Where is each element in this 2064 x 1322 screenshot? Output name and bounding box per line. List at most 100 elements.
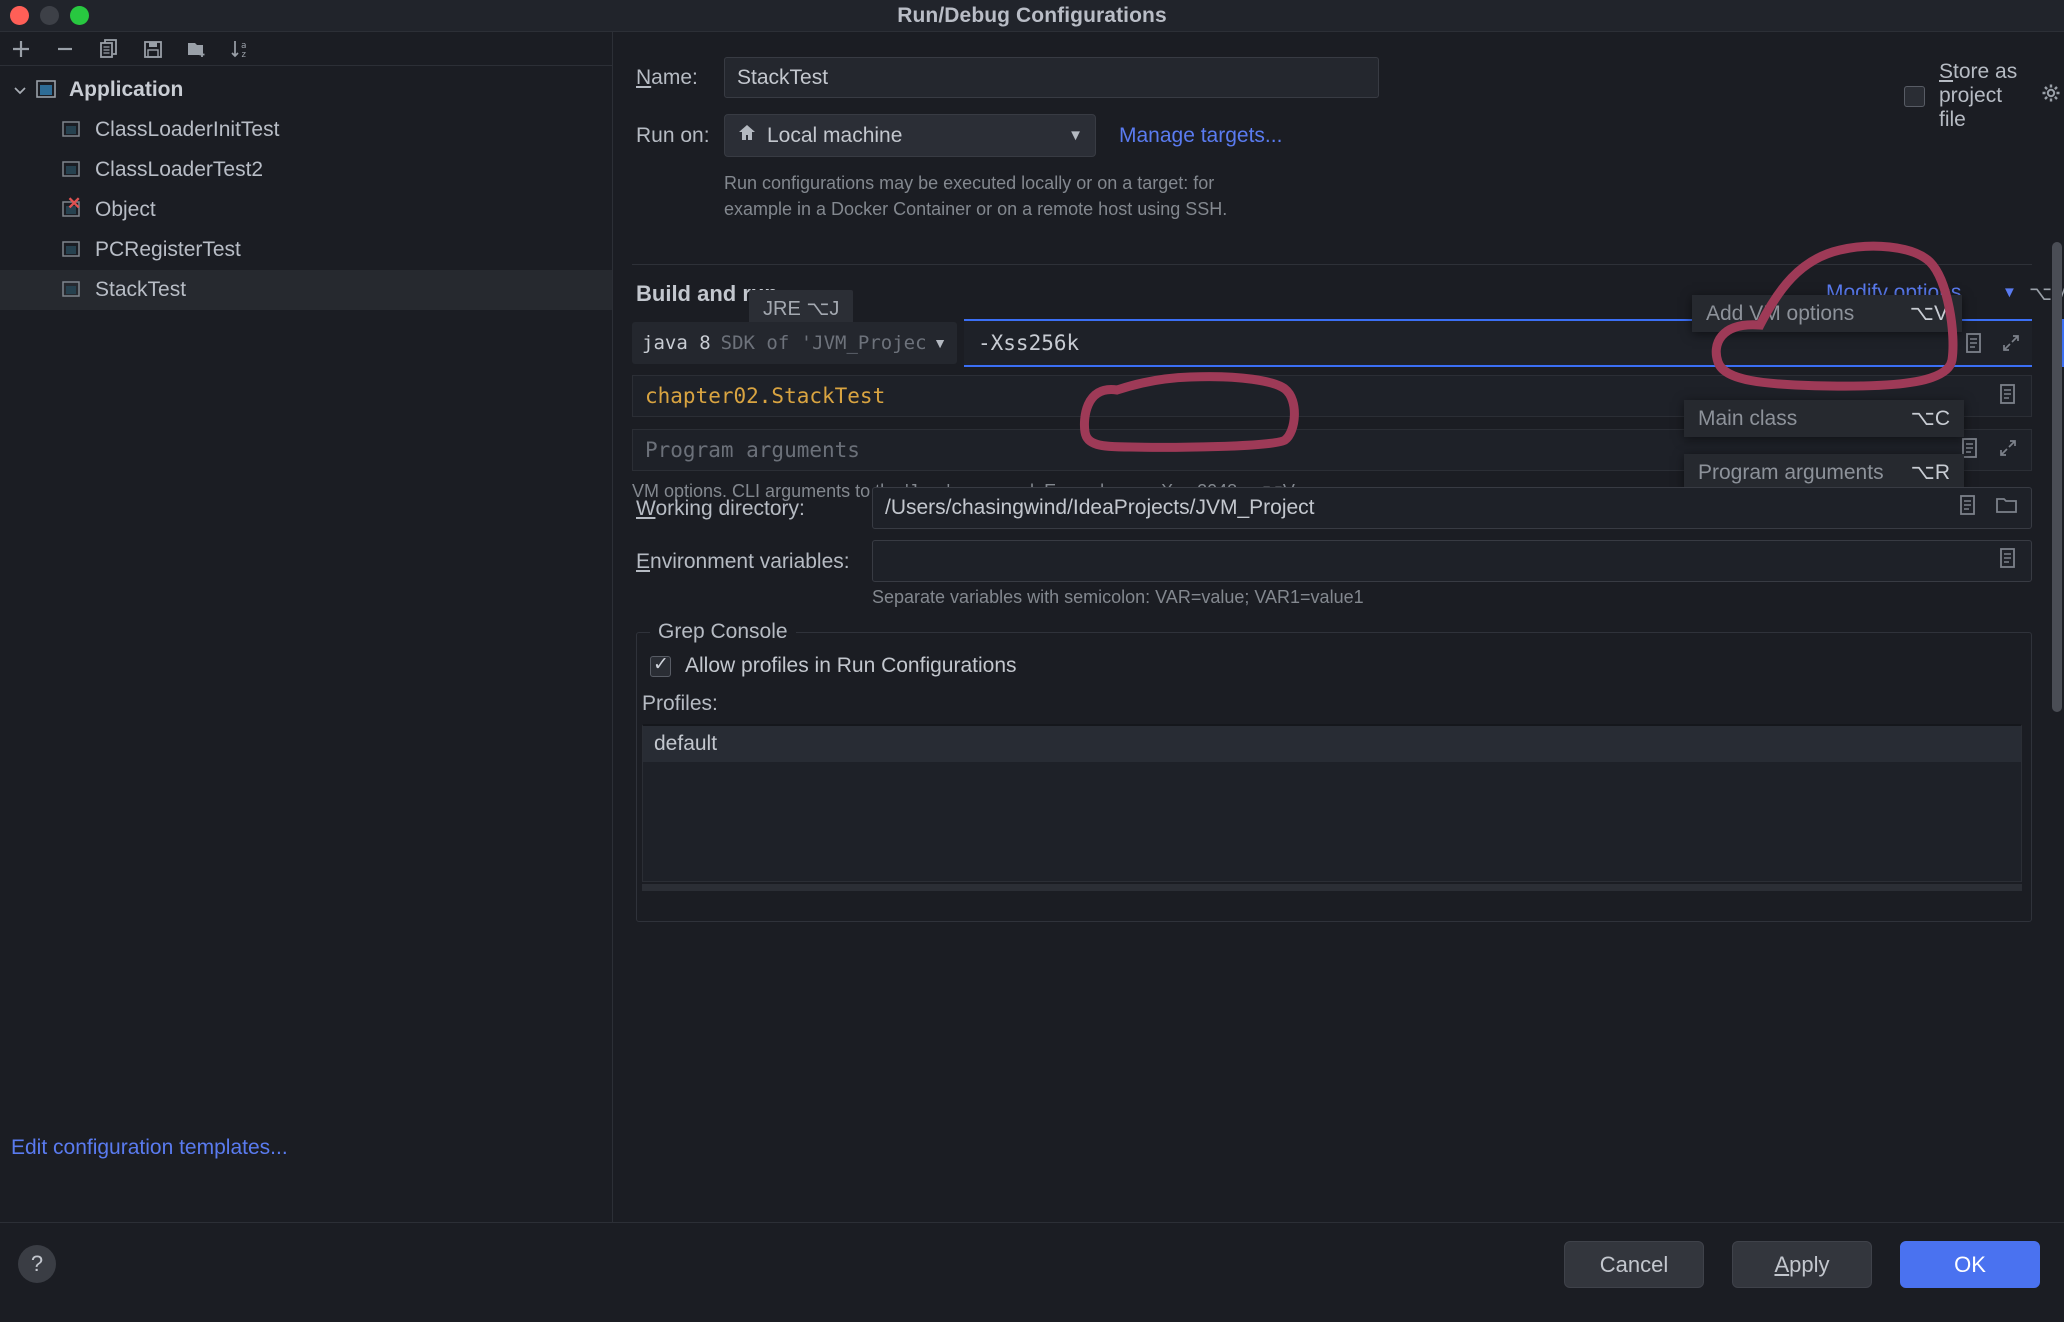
remove-icon[interactable] [48,34,82,64]
cancel-button[interactable]: Cancel [1564,1241,1704,1288]
program-arguments-actions [1959,436,2019,465]
configuration-form: Name: StackTest Store as project file Ru… [614,32,2064,1222]
window-titlebar: Run/Debug Configurations [0,0,2064,32]
name-input[interactable]: StackTest [724,57,1379,98]
sidebar-item-classloadertest2[interactable]: ClassLoaderTest2 [0,150,612,190]
run-debug-configurations-dialog: Run/Debug Configurations a z Application… [0,0,2064,1322]
home-icon [737,123,757,149]
browse-main-class-icon[interactable] [1997,382,2019,411]
edit-configuration-templates-link[interactable]: Edit configuration templates... [11,1136,288,1160]
menu-item-add-vm-options[interactable]: Add VM options ⌥V [1692,295,1962,332]
menu-item-label: Program arguments [1698,460,1884,484]
allow-profiles-row[interactable]: Allow profiles in Run Configurations [650,653,1017,678]
modify-options-popup[interactable]: Add VM options ⌥V [1692,295,1962,332]
tree-item-label: PCRegisterTest [95,238,241,261]
menu-item-label: Add VM options [1706,301,1855,325]
maximize-window-button[interactable] [70,6,89,25]
profiles-list[interactable]: default [642,724,2022,882]
store-as-project-file-label: Store as project file [1939,60,2018,131]
menu-item-program-arguments-container[interactable]: Program arguments ⌥R [1684,454,1964,491]
allow-profiles-label: Allow profiles in Run Configurations [685,654,1017,677]
run-on-description-line1: Run configurations may be executed local… [724,173,1215,193]
sidebar-toolbar: a z [0,32,612,66]
store-as-project-file-row[interactable]: Store as project file [1904,60,2064,132]
sidebar-item-classloaderinittest[interactable]: ClassLoaderInitTest [0,110,612,150]
expand-icon[interactable] [2000,331,2022,360]
macro-icon[interactable] [1957,493,1979,523]
working-directory-actions [1957,493,2019,523]
sidebar-item-object[interactable]: ✕ Object [0,190,612,230]
allow-profiles-checkbox[interactable] [650,653,671,677]
tree-item-label: ClassLoaderInitTest [95,118,280,141]
menu-item-shortcut: ⌥V [1909,302,1948,325]
chevron-down-icon[interactable]: ▼ [2002,284,2017,301]
environment-variables-label: Environment variables: [636,550,850,573]
vm-options-value: -Xss256k [978,331,1080,355]
run-on-description-line2: example in a Docker Container or on a re… [724,199,1228,219]
application-icon [60,279,86,301]
menu-item-shortcut: ⌥R [1910,461,1950,484]
menu-item-label: Main class [1698,406,1798,430]
working-directory-label: Working directory: [636,497,805,520]
help-button[interactable]: ? [18,1245,56,1283]
new-folder-icon[interactable] [180,34,214,64]
error-x-icon: ✕ [67,194,82,213]
dialog-footer: ? Cancel Apply OK [0,1222,2064,1322]
configurations-tree: Application ClassLoaderInitTest ClassLoa… [0,66,612,310]
sidebar-item-pcregistertest[interactable]: PCRegisterTest [0,230,612,270]
copy-icon[interactable] [92,34,126,64]
save-icon[interactable] [136,34,170,64]
working-directory-input[interactable]: /Users/chasingwind/IdeaProjects/JVM_Proj… [872,487,2032,529]
jre-sdk-dropdown[interactable]: java 8 SDK of 'JVM_Projec ▼ [632,322,957,364]
macro-icon[interactable] [1997,546,2019,576]
run-on-description: Run configurations may be executed local… [724,170,1444,222]
list-item[interactable]: default [643,726,2021,762]
profiles-horizontal-scrollbar[interactable] [642,884,2022,891]
run-on-value: Local machine [767,123,903,147]
folder-browse-icon[interactable] [1995,493,2019,523]
minimize-window-button[interactable] [40,6,59,25]
menu-item-main-class-container[interactable]: Main class ⌥C [1684,400,1964,437]
program-arguments-placeholder: Program arguments [645,438,860,462]
menu-item-program-arguments[interactable]: Program arguments ⌥R [1684,454,1964,491]
chevron-down-icon: ▼ [933,335,947,351]
tree-item-label: Application [69,78,184,101]
chevron-down-icon[interactable] [6,82,34,98]
tree-item-label: ClassLoaderTest2 [95,158,264,181]
macro-icon[interactable] [1964,331,1986,360]
environment-variables-actions [1997,546,2019,576]
manage-targets-link[interactable]: Manage targets... [1119,124,1282,148]
tree-item-label: StackTest [95,278,187,301]
menu-item-main-class[interactable]: Main class ⌥C [1684,400,1964,437]
apply-button[interactable]: Apply [1732,1241,1872,1288]
tree-group-application[interactable]: Application [0,70,612,110]
application-icon [34,79,60,101]
name-label: Name: [636,66,698,89]
ok-button[interactable]: OK [1900,1241,2040,1288]
run-on-dropdown[interactable]: Local machine ▼ [724,114,1096,157]
footer-buttons: Cancel Apply OK [1564,1241,2040,1288]
chevron-down-icon: ▼ [1068,127,1083,144]
sdk-path: SDK of 'JVM_Projec [720,332,927,354]
main-class-value: chapter02.StackTest [645,384,886,408]
gear-icon[interactable] [2040,82,2064,111]
application-icon [60,239,86,261]
tree-item-label: Object [95,198,156,221]
sort-alpha-icon[interactable]: a z [224,34,258,64]
close-window-button[interactable] [10,6,29,25]
content-vertical-scrollbar[interactable] [2052,242,2062,712]
grep-console-title: Grep Console [650,620,796,644]
window-title: Run/Debug Configurations [897,3,1167,27]
add-icon[interactable] [4,34,38,64]
environment-variables-input[interactable] [872,540,2032,582]
vm-options-actions [1964,331,2022,360]
menu-item-shortcut: ⌥C [1910,407,1950,430]
sdk-name: java 8 [642,332,711,354]
section-divider [632,264,2032,265]
profiles-label: Profiles: [642,692,718,715]
expand-icon[interactable] [1997,436,2019,465]
application-error-icon: ✕ [60,194,86,221]
store-as-project-file-checkbox[interactable] [1904,85,1925,107]
name-label-rest: ame: [651,66,698,89]
sidebar-item-stacktest[interactable]: StackTest [0,270,612,310]
